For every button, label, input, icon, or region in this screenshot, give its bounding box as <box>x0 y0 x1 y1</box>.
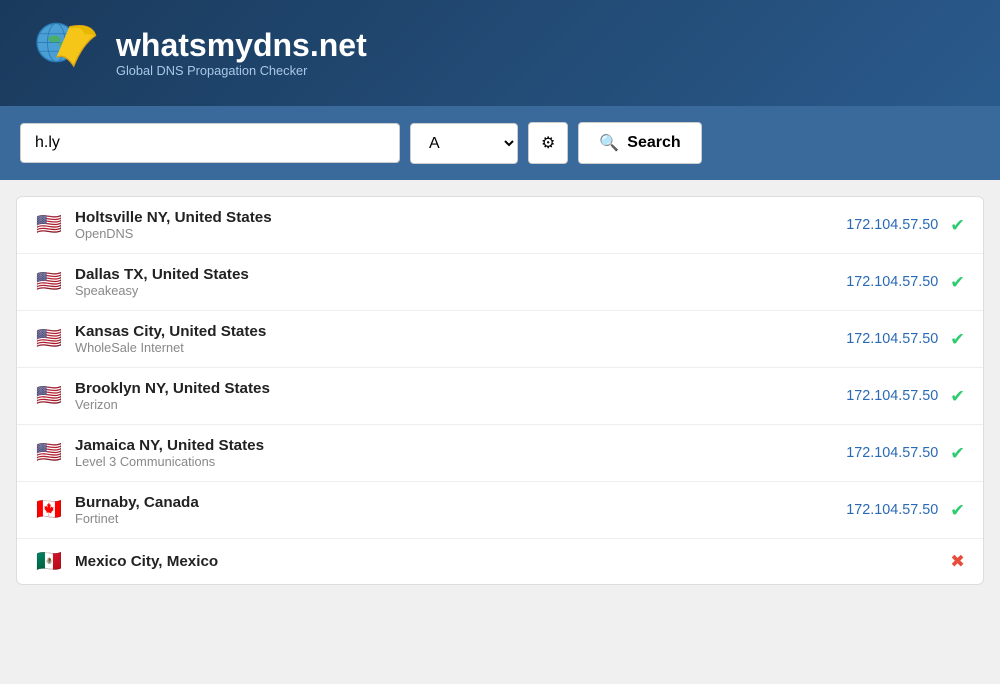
site-tagline: Global DNS Propagation Checker <box>116 63 367 78</box>
dns-type-select[interactable]: A AAAA CNAME MX NS SOA SRV TXT <box>410 123 518 164</box>
country-flag: 🇨🇦 <box>35 500 63 520</box>
location-info: Jamaica NY, United States Level 3 Commun… <box>75 437 846 469</box>
search-button-label: Search <box>627 134 680 152</box>
location-name: Jamaica NY, United States <box>75 437 846 454</box>
location-info: Mexico City, Mexico <box>75 553 950 570</box>
ip-address: 172.104.57.50 <box>846 502 938 518</box>
location-name: Dallas TX, United States <box>75 266 846 283</box>
table-row: 🇺🇸 Dallas TX, United States Speakeasy 17… <box>17 254 983 311</box>
isp-name: Fortinet <box>75 511 846 526</box>
ip-address: 172.104.57.50 <box>846 217 938 233</box>
results-container: 🇺🇸 Holtsville NY, United States OpenDNS … <box>16 196 984 585</box>
isp-name: WholeSale Internet <box>75 340 846 355</box>
status-check-icon: ✔ <box>950 272 965 293</box>
search-icon: 🔍 <box>599 133 619 153</box>
table-row: 🇺🇸 Kansas City, United States WholeSale … <box>17 311 983 368</box>
status-check-icon: ✔ <box>950 500 965 521</box>
location-name: Holtsville NY, United States <box>75 209 846 226</box>
country-flag: 🇺🇸 <box>35 443 63 463</box>
site-branding: whatsmydns.net Global DNS Propagation Ch… <box>116 28 367 78</box>
ip-address: 172.104.57.50 <box>846 331 938 347</box>
settings-button[interactable]: ⚙ <box>528 122 568 164</box>
table-row: 🇨🇦 Burnaby, Canada Fortinet 172.104.57.5… <box>17 482 983 539</box>
country-flag: 🇺🇸 <box>35 386 63 406</box>
search-bar: A AAAA CNAME MX NS SOA SRV TXT ⚙ 🔍 Searc… <box>0 106 1000 180</box>
isp-name: Verizon <box>75 397 846 412</box>
ip-address: 172.104.57.50 <box>846 274 938 290</box>
country-flag: 🇺🇸 <box>35 215 63 235</box>
page-header: whatsmydns.net Global DNS Propagation Ch… <box>0 0 1000 106</box>
table-row: 🇲🇽 Mexico City, Mexico ✖ <box>17 539 983 584</box>
country-flag: 🇺🇸 <box>35 272 63 292</box>
status-cross-icon: ✖ <box>950 551 965 572</box>
location-info: Burnaby, Canada Fortinet <box>75 494 846 526</box>
search-button[interactable]: 🔍 Search <box>578 122 701 164</box>
location-info: Holtsville NY, United States OpenDNS <box>75 209 846 241</box>
location-name: Kansas City, United States <box>75 323 846 340</box>
status-check-icon: ✔ <box>950 329 965 350</box>
location-name: Mexico City, Mexico <box>75 553 950 570</box>
ip-address: 172.104.57.50 <box>846 445 938 461</box>
location-name: Burnaby, Canada <box>75 494 846 511</box>
location-info: Dallas TX, United States Speakeasy <box>75 266 846 298</box>
table-row: 🇺🇸 Brooklyn NY, United States Verizon 17… <box>17 368 983 425</box>
site-logo <box>30 18 100 88</box>
table-row: 🇺🇸 Jamaica NY, United States Level 3 Com… <box>17 425 983 482</box>
isp-name: OpenDNS <box>75 226 846 241</box>
table-row: 🇺🇸 Holtsville NY, United States OpenDNS … <box>17 197 983 254</box>
location-info: Kansas City, United States WholeSale Int… <box>75 323 846 355</box>
location-info: Brooklyn NY, United States Verizon <box>75 380 846 412</box>
location-name: Brooklyn NY, United States <box>75 380 846 397</box>
country-flag: 🇲🇽 <box>35 552 63 572</box>
site-name: whatsmydns.net <box>116 28 367 63</box>
status-check-icon: ✔ <box>950 386 965 407</box>
isp-name: Speakeasy <box>75 283 846 298</box>
status-check-icon: ✔ <box>950 215 965 236</box>
isp-name: Level 3 Communications <box>75 454 846 469</box>
gear-icon: ⚙ <box>541 133 555 153</box>
search-input[interactable] <box>20 123 400 163</box>
country-flag: 🇺🇸 <box>35 329 63 349</box>
ip-address: 172.104.57.50 <box>846 388 938 404</box>
status-check-icon: ✔ <box>950 443 965 464</box>
